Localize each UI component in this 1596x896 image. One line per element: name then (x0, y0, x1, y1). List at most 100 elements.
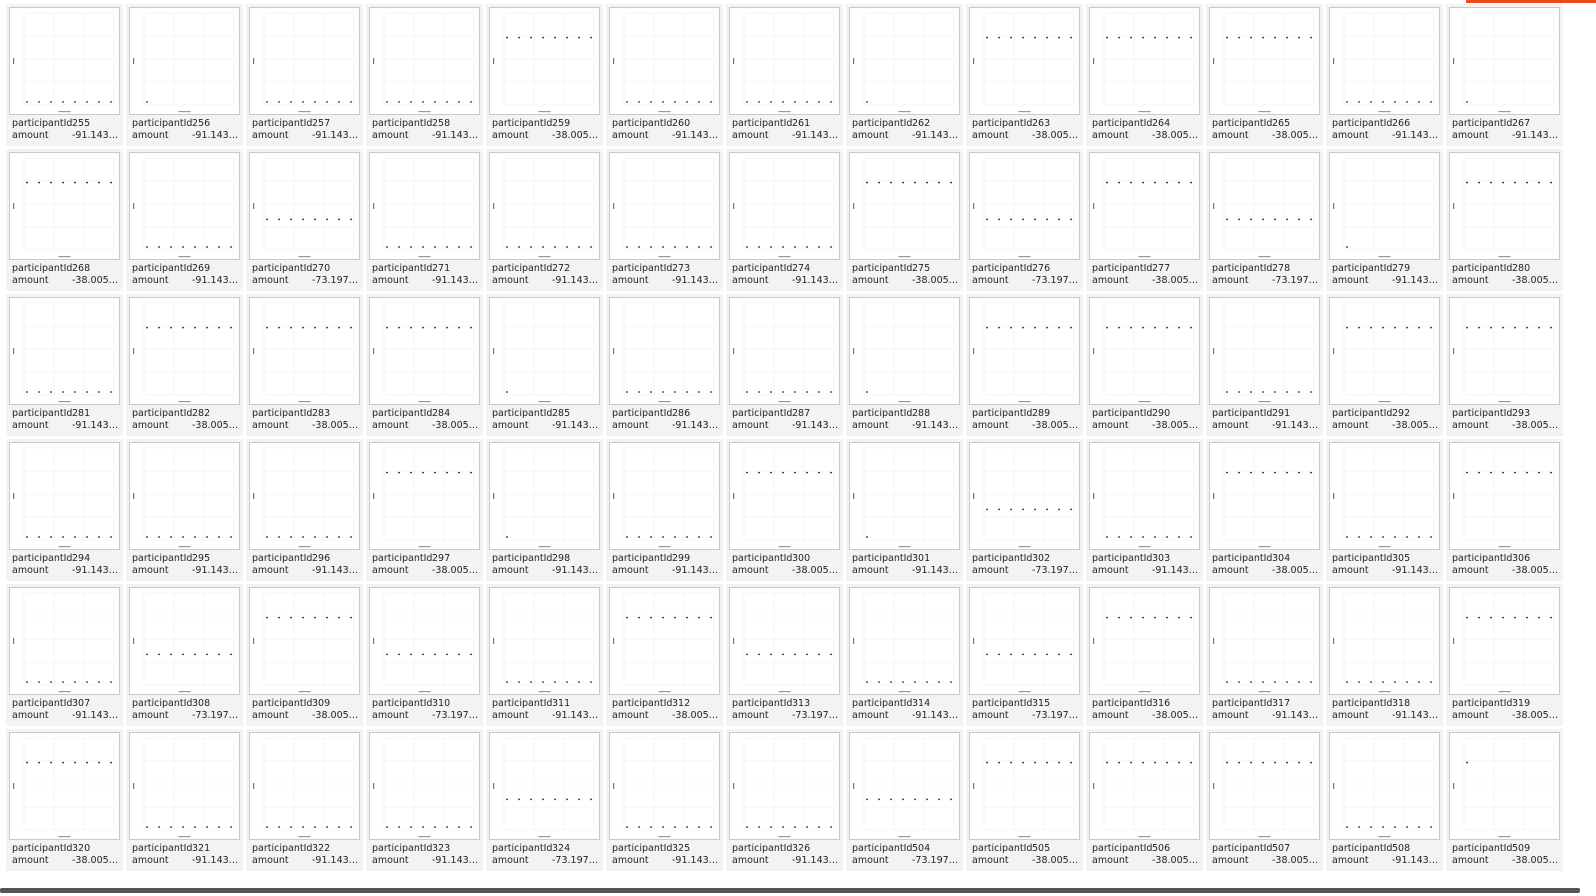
participant-tile[interactable]: participantId305 amount -91.14351... (1326, 439, 1443, 581)
participant-tile[interactable]: participantId282 amount -38.00537... (126, 294, 243, 436)
participant-tile[interactable]: participantId301 amount -91.14351... (846, 439, 963, 581)
participant-tile[interactable]: participantId271 amount -91.14351... (366, 149, 483, 291)
data-point (1406, 326, 1408, 329)
participant-tile[interactable]: participantId287 amount -91.14351... (726, 294, 843, 436)
participant-tile[interactable]: participantId273 amount -91.14351... (606, 149, 723, 291)
participant-tile[interactable]: participantId261 amount -91.14351... (726, 4, 843, 146)
participant-tile[interactable]: participantId315 amount -73.19785... (966, 584, 1083, 726)
participant-tile[interactable]: participantId275 amount -38.00537... (846, 149, 963, 291)
data-point (1178, 616, 1180, 619)
participant-tile[interactable]: participantId324 amount -73.19785... (486, 729, 603, 871)
participant-tile[interactable]: participantId290 amount -38.00537... (1086, 294, 1203, 436)
participant-tile[interactable]: participantId276 amount -73.19785... (966, 149, 1083, 291)
participant-tile[interactable]: participantId263 amount -38.00537... (966, 4, 1083, 146)
data-point (1238, 391, 1240, 393)
participant-id-label: participantId (252, 843, 313, 854)
participant-tile[interactable]: participantId255 amount -91.14351... (6, 4, 123, 146)
participant-tile[interactable]: participantId280 amount -38.00537... (1446, 149, 1563, 291)
participant-tile[interactable]: participantId313 amount -73.19785... (726, 584, 843, 726)
participant-tile[interactable]: participantId270 amount -73.19785... (246, 149, 363, 291)
participant-tile[interactable]: participantId267 amount -91.14351... (1446, 4, 1563, 146)
participant-tile[interactable]: participantId266 amount -91.14351... (1326, 4, 1443, 146)
data-point (542, 681, 544, 683)
participant-tile[interactable]: participantId299 amount -91.14351... (606, 439, 723, 581)
participant-tile[interactable]: participantId321 amount -91.14351... (126, 729, 243, 871)
participant-tile[interactable]: participantId314 amount -91.14351... (846, 584, 963, 726)
participant-tile[interactable]: participantId508 amount -91.14351... (1326, 729, 1443, 871)
participant-tile[interactable]: participantId293 amount -38.00537... (1446, 294, 1563, 436)
participant-tile[interactable]: participantId285 amount -91.14351... (486, 294, 603, 436)
participant-tile[interactable]: participantId272 amount -91.14351... (486, 149, 603, 291)
participant-tile[interactable]: participantId294 amount -91.14351... (6, 439, 123, 581)
amount-label: amount (1212, 130, 1249, 141)
data-point (1274, 391, 1276, 393)
participant-tile[interactable]: participantId258 amount -91.14351... (366, 4, 483, 146)
participant-tile[interactable]: participantId309 amount -38.00537... (246, 584, 363, 726)
participant-tile[interactable]: participantId284 amount -38.00537... (366, 294, 483, 436)
participant-tile[interactable]: participantId312 amount -38.00537... (606, 584, 723, 726)
participant-tile[interactable]: participantId325 amount -91.14351... (606, 729, 723, 871)
participant-tile[interactable]: participantId308 amount -73.19785... (126, 584, 243, 726)
participant-tile[interactable]: participantId310 amount -73.19785... (366, 584, 483, 726)
participant-tile[interactable]: participantId509 amount -38.00537... (1446, 729, 1563, 871)
participant-tile[interactable]: participantId283 amount -38.00537... (246, 294, 363, 436)
participant-tile[interactable]: participantId323 amount -91.14351... (366, 729, 483, 871)
participant-tile[interactable]: participantId274 amount -91.14351... (726, 149, 843, 291)
participant-tile[interactable]: participantId307 amount -91.14351... (6, 584, 123, 726)
y-axis-label (853, 493, 855, 499)
participant-tile[interactable]: participantId306 amount -38.00537... (1446, 439, 1563, 581)
participant-tile[interactable]: participantId257 amount -91.14351... (246, 4, 363, 146)
participant-tile[interactable]: participantId268 amount -38.00537... (6, 149, 123, 291)
participant-tile[interactable]: participantId322 amount -91.14351... (246, 729, 363, 871)
participant-tile[interactable]: participantId295 amount -91.14351... (126, 439, 243, 581)
amount-label: amount (852, 855, 889, 866)
participant-tile[interactable]: participantId303 amount -91.14351... (1086, 439, 1203, 581)
participant-tile[interactable]: participantId286 amount -91.14351... (606, 294, 723, 436)
participant-tile[interactable]: participantId281 amount -91.14351... (6, 294, 123, 436)
participant-tile[interactable]: participantId289 amount -38.00537... (966, 294, 1083, 436)
data-point (1070, 761, 1072, 764)
participant-tile[interactable]: participantId311 amount -91.14351... (486, 584, 603, 726)
participant-tile[interactable]: participantId302 amount -73.19785... (966, 439, 1083, 581)
mini-scatter-plot (13, 157, 115, 258)
vertical-scrollbar[interactable] (1574, 6, 1596, 882)
data-point (1490, 471, 1492, 474)
participant-tile[interactable]: participantId265 amount -38.00537... (1206, 4, 1323, 146)
participant-id-value: 258 (432, 118, 451, 129)
participant-tile[interactable]: participantId326 amount -91.14351... (726, 729, 843, 871)
data-point (470, 471, 472, 474)
participant-tile[interactable]: participantId264 amount -38.00537... (1086, 4, 1203, 146)
participant-tile[interactable]: participantId504 amount -73.19785... (846, 729, 963, 871)
participant-tile[interactable]: participantId506 amount -38.00537... (1086, 729, 1203, 871)
participant-tile[interactable]: participantId291 amount -91.14351... (1206, 294, 1323, 436)
participant-tile[interactable]: participantId269 amount -91.14351... (126, 149, 243, 291)
data-point (74, 681, 76, 683)
participant-tile[interactable]: participantId505 amount -38.00537... (966, 729, 1083, 871)
participant-tile[interactable]: participantId262 amount -91.14351... (846, 4, 963, 146)
horizontal-scrollbar-thumb[interactable] (0, 888, 1580, 893)
participant-tile[interactable]: participantId300 amount -38.00537... (726, 439, 843, 581)
participant-tile[interactable]: participantId318 amount -91.14351... (1326, 584, 1443, 726)
participant-tile[interactable]: participantId296 amount -91.14351... (246, 439, 363, 581)
amount-value: -38.00537... (1152, 275, 1200, 286)
participant-tile[interactable]: participantId279 amount -91.14351... (1326, 149, 1443, 291)
participant-tile[interactable]: participantId256 amount -91.14351... (126, 4, 243, 146)
amount-value: -38.00537... (1512, 275, 1560, 286)
participant-tile[interactable]: participantId304 amount -38.00537... (1206, 439, 1323, 581)
participant-tile[interactable]: participantId316 amount -38.00537... (1086, 584, 1203, 726)
participant-tile[interactable]: participantId277 amount -38.00537... (1086, 149, 1203, 291)
participant-tile[interactable]: participantId507 amount -38.00537... (1206, 729, 1323, 871)
participant-tile[interactable]: participantId288 amount -91.14351... (846, 294, 963, 436)
participant-tile[interactable]: participantId298 amount -91.14351... (486, 439, 603, 581)
participant-tile[interactable]: participantId319 amount -38.00537... (1446, 584, 1563, 726)
data-point (1010, 36, 1012, 39)
participant-tile[interactable]: participantId292 amount -38.00537... (1326, 294, 1443, 436)
participant-tile[interactable]: participantId320 amount -38.00537... (6, 729, 123, 871)
mini-scatter-plot (1213, 737, 1315, 838)
participant-tile[interactable]: participantId317 amount -91.14351... (1206, 584, 1323, 726)
participant-tile[interactable]: participantId260 amount -91.14351... (606, 4, 723, 146)
participant-tile[interactable]: participantId259 amount -38.00537... (486, 4, 603, 146)
participant-tile[interactable]: participantId297 amount -38.00537... (366, 439, 483, 581)
participant-tile[interactable]: participantId278 amount -73.19785... (1206, 149, 1323, 291)
horizontal-scrollbar[interactable] (0, 882, 1596, 896)
